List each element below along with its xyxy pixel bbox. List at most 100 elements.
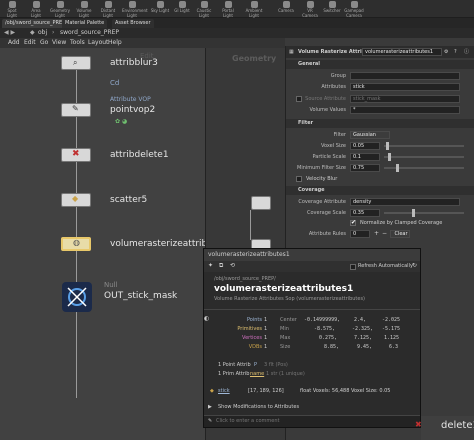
clear-button[interactable]: Clear [390,230,410,238]
pin-icon[interactable]: ✦ [208,262,213,269]
area-light-tool[interactable]: Area Light [26,1,46,18]
bbox-center-x: -0.14999999, [304,317,341,323]
camera-tool[interactable]: Camera [276,1,296,13]
menu-layout[interactable]: Layout [88,39,108,46]
delete-node-preview[interactable]: ✖ delete1 [415,416,474,440]
remove-rule-icon[interactable]: − [382,230,387,237]
gi-light-tool[interactable]: GI Light [172,1,192,13]
tab-material-palette[interactable]: Material Palette [62,19,108,28]
help-icon[interactable]: ? [454,46,457,58]
menu-go[interactable]: Go [40,39,48,46]
vdb-name[interactable]: stick [218,388,230,394]
section-general[interactable]: General [286,60,474,69]
bbox-max-y: 7.125, [354,335,373,341]
geometry-light-tool[interactable]: Geometry Light [50,1,70,18]
checkbox-refresh-automatically[interactable] [350,264,356,270]
portal-light-tool[interactable]: Portal Light [218,1,238,18]
add-rule-icon[interactable]: + [374,230,379,237]
checkbox-normalize[interactable]: ✔ [350,219,356,226]
dropdown-filter[interactable]: Gaussian [350,131,390,139]
sky-light-tool[interactable]: Sky Light [150,1,170,13]
slider-knob[interactable] [412,209,415,217]
sop-icon: ▦ [289,49,294,55]
stat-count-points: 1 [264,317,268,323]
back-arrow-icon[interactable]: ◀ ▶ [4,29,15,36]
node-sub-attribblur3: Cd [110,79,120,87]
popup-title-bar: volumerasterizeattributes1 [204,249,420,261]
comment-bar[interactable]: ✎ Click to enter a comment [204,415,420,427]
gear-icon[interactable]: ⚙ [444,46,448,58]
bbox-label-max: Max [280,335,291,341]
copy-icon[interactable]: ⧉ [219,262,223,270]
field-coverage-attribute[interactable]: density [350,198,460,206]
refresh-icon[interactable]: ↻ [412,262,417,269]
label-normalize: Normalize by Clamped Coverage [360,220,443,226]
field-source-attribute[interactable]: stick_mask [350,95,460,103]
gamepad-camera-tool[interactable]: Gamepad Camera [344,1,364,18]
field-attribute-rules[interactable]: 0 [350,230,370,238]
field-voxel-size[interactable]: 0.05 [350,142,380,150]
label-attributes: Attributes [321,84,346,90]
pane-tab-bar: /obj/sword_source_PREP Material Palette … [0,18,474,28]
vr-camera-icon [306,1,314,8]
bbox-min-z: -5.175 [382,326,401,332]
node-label-pointvop2: pointvop2 [110,105,156,115]
field-minimum-filter-size[interactable]: 0.75 [350,164,380,172]
context-watermark: Geometry [232,54,277,63]
network-editor-left[interactable]: Edit ⌕ attribblur3 Cd Attribute VOP ✎ po… [0,48,205,440]
slider-coverage-scale[interactable] [384,209,464,217]
stat-label-primitives: Primitives [237,326,262,332]
param-node-name-field[interactable]: volumerasterizeattributes1 [362,48,442,56]
link-icon[interactable]: ⟲ [230,262,235,269]
node-right-a[interactable] [251,196,271,210]
show-modifications-toggle[interactable]: Show Modifications to Attributes [218,404,299,410]
bbox-size-z: 6.3 [389,344,399,350]
environment-light-icon [128,1,136,8]
field-attributes[interactable]: stick [350,83,460,91]
caustic-light-tool[interactable]: Caustic Light [194,1,214,18]
path-node[interactable]: sword_source_PREP [60,29,119,36]
expand-arrow-icon[interactable]: ▶ [208,404,212,410]
network-menu-bar: Add Edit Go View Tools Layout Help [0,38,285,48]
geometry-light-icon [56,1,64,8]
volume-light-tool[interactable]: Volume Light [74,1,94,18]
label-source-attribute: Source Attribute [305,96,346,102]
ambient-light-tool[interactable]: Ambient Light [244,1,264,18]
field-coverage-scale[interactable]: 0.35 [350,209,380,217]
environment-light-tool[interactable]: Environment Light [122,1,148,18]
field-group[interactable] [350,72,460,80]
field-volume-values[interactable]: * [350,106,460,114]
slider-voxel-size[interactable] [384,142,464,150]
menu-help[interactable]: Help [108,39,122,46]
field-particle-scale[interactable]: 0.1 [350,153,380,161]
label-attribute-rules: Attribute Rules [308,231,346,237]
point-attrib-type: 3 flt (Pos) [264,362,288,368]
slider-knob[interactable] [386,142,389,150]
slider-knob[interactable] [388,153,391,161]
slider-minimum-filter-size[interactable] [384,164,464,172]
section-filter[interactable]: Filter [286,119,474,128]
menu-add[interactable]: Add [8,39,20,46]
menu-tools[interactable]: Tools [70,39,85,46]
slider-particle-scale[interactable] [384,153,464,161]
switcher-tool[interactable]: Switcher [322,1,342,13]
tab-asset-browser[interactable]: Asset Browser [112,19,154,28]
tab-network[interactable]: /obj/sword_source_PREP [2,19,69,28]
section-coverage[interactable]: Coverage [286,186,474,195]
vr-camera-tool[interactable]: VR Camera [300,1,320,18]
slider-knob[interactable] [396,164,399,172]
checkbox-velocity-blur[interactable] [296,176,302,182]
info-icon[interactable]: ⓘ [464,46,469,58]
distant-light-tool[interactable]: Distant Light [98,1,118,18]
menu-view[interactable]: View [52,39,66,46]
bbox-center-y: 2.4, [354,317,367,323]
prim-attrib-name[interactable]: name [250,371,264,377]
point-attrib-name: P [254,362,258,368]
node-out-stick-mask[interactable] [62,282,92,312]
stat-count-primitives: 1 [264,326,268,332]
comment-placeholder: Click to enter a comment [216,418,280,424]
spot-light-tool[interactable]: Spot Light [2,1,22,18]
node-wire [76,68,77,398]
path-context[interactable]: obj [38,29,47,36]
menu-edit[interactable]: Edit [24,39,36,46]
